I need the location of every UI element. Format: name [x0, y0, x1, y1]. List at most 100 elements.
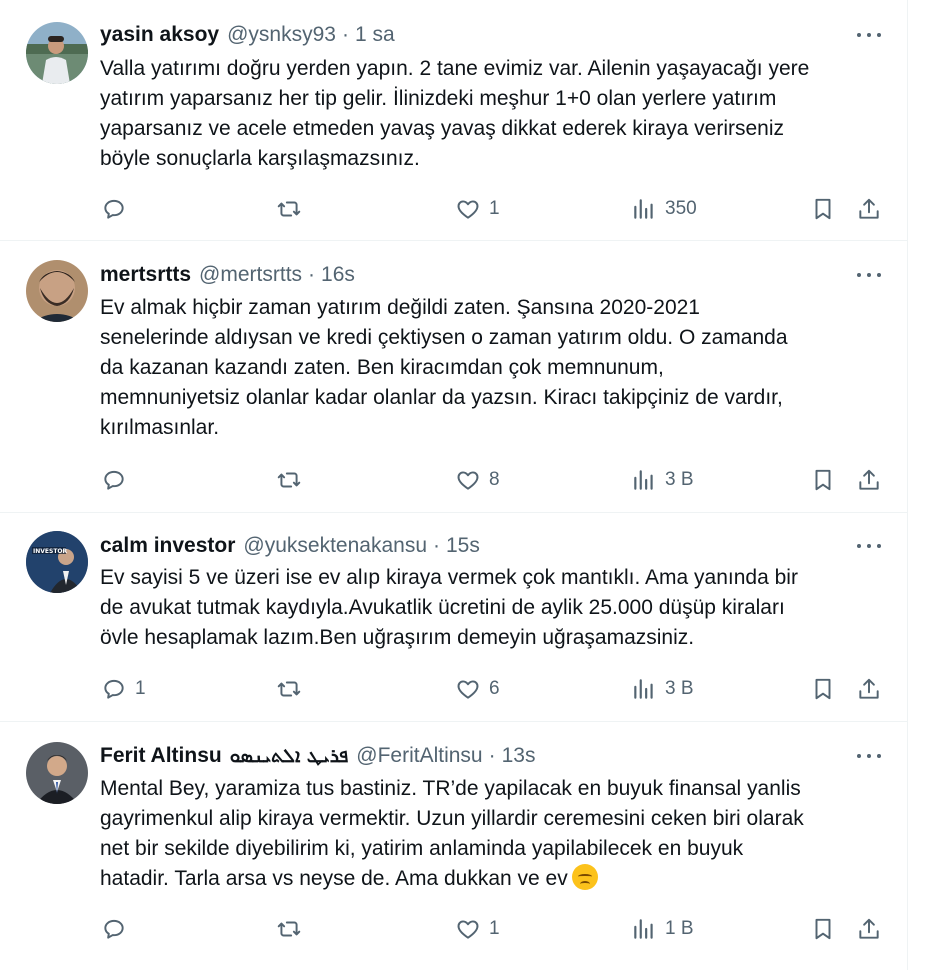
repost-icon	[277, 681, 301, 697]
share-button[interactable]	[856, 195, 882, 223]
bookmark-button[interactable]	[810, 195, 836, 223]
tweet-text: Ev almak hiçbir zaman yatırım değildi za…	[100, 296, 788, 439]
views-icon	[634, 919, 653, 939]
view-count: 3 B	[665, 678, 694, 699]
view-count: 350	[665, 198, 697, 219]
repost-icon	[277, 201, 301, 217]
reply-button[interactable]	[101, 915, 135, 943]
heart-icon	[457, 471, 479, 490]
separator: ·	[433, 534, 440, 557]
user-name-suffix: ܦܪܝܛ ܐܠܬܝܢܣܘ	[229, 745, 349, 767]
user-handle[interactable]: @ysnksy93	[227, 23, 336, 47]
tweet-actions: 1 350	[0, 195, 908, 223]
tweet-text-content: Mental Bey, yaramiza tus bastiniz. TR’de…	[100, 777, 804, 890]
user-name[interactable]: Ferit Altinsu	[100, 744, 222, 768]
bookmark-button[interactable]	[810, 675, 836, 703]
avatar-bearded-man-icon	[26, 260, 88, 322]
timestamp[interactable]: 16s	[321, 263, 355, 287]
separator: ·	[308, 263, 316, 286]
avatar[interactable]	[26, 260, 88, 322]
repost-button[interactable]	[276, 195, 310, 223]
user-name[interactable]: calm investor	[100, 534, 235, 558]
reply-icon	[104, 679, 124, 699]
like-button[interactable]: 1	[455, 195, 500, 223]
tweet[interactable]: mertsrtts @mertsrtts · 16s Ev almak hiçb…	[0, 241, 908, 513]
timestamp[interactable]: 1 sa	[355, 23, 395, 47]
bookmark-button[interactable]	[810, 466, 836, 494]
reply-icon	[104, 919, 124, 939]
tweet[interactable]: INVESTOR calm investor @yuksektenakansu …	[0, 513, 908, 722]
like-button[interactable]: 8	[455, 466, 500, 494]
separator: ·	[488, 744, 496, 767]
share-icon	[859, 469, 879, 490]
avatar[interactable]	[26, 742, 88, 804]
avatar-man-in-suit-icon	[26, 742, 88, 804]
like-count: 8	[489, 469, 500, 490]
tweet-actions: 8 3 B	[0, 466, 908, 494]
like-button[interactable]: 1	[455, 915, 500, 943]
user-name[interactable]: yasin aksoy	[100, 23, 219, 47]
repost-button[interactable]	[276, 675, 310, 703]
heart-icon	[457, 920, 479, 939]
avatar-lake-man-icon	[26, 22, 88, 84]
more-options-icon[interactable]	[854, 25, 884, 45]
tweet-header: calm investor @yuksektenakansu · 15s	[100, 533, 480, 559]
reply-icon	[104, 470, 124, 490]
share-icon	[859, 678, 879, 699]
share-icon	[859, 918, 879, 939]
user-handle[interactable]: @yuksektenakansu	[243, 534, 427, 558]
user-name[interactable]: mertsrtts	[100, 263, 191, 287]
timestamp[interactable]: 13s	[502, 744, 536, 768]
repost-icon	[277, 472, 301, 488]
tweet-text: Ev sayisi 5 ve üzeri ise ev alıp kiraya …	[100, 566, 798, 649]
more-options-icon[interactable]	[854, 265, 884, 285]
tweet-header: mertsrtts @mertsrtts · 16s	[100, 262, 355, 288]
heart-icon	[457, 200, 479, 219]
like-count: 1	[489, 198, 500, 219]
reply-icon	[104, 199, 124, 219]
more-options-icon[interactable]	[854, 536, 884, 556]
tweet-header: yasin aksoy @ysnksy93 · 1 sa	[100, 22, 395, 48]
reply-button[interactable]	[101, 466, 135, 494]
tweet[interactable]: yasin aksoy @ysnksy93 · 1 sa Valla yatır…	[0, 0, 908, 241]
tweet-text: Mental Bey, yaramiza tus bastiniz. TR’de…	[100, 774, 890, 894]
views-button[interactable]: 3 B	[631, 675, 694, 703]
share-button[interactable]	[856, 466, 882, 494]
bookmark-button[interactable]	[810, 915, 836, 943]
reply-button[interactable]: 1	[101, 675, 146, 703]
avatar-investor-suit-icon: INVESTOR	[26, 531, 88, 593]
views-button[interactable]: 3 B	[631, 466, 694, 494]
views-button[interactable]: 350	[631, 195, 697, 223]
separator: ·	[341, 23, 349, 46]
bookmark-icon	[815, 678, 831, 700]
bookmark-icon	[815, 918, 831, 940]
tweet-actions: 1 1 B	[0, 915, 908, 943]
user-handle[interactable]: @FeritAltinsu	[356, 744, 482, 768]
tweet-header: Ferit Altinsu ܦܪܝܛ ܐܠܬܝܢܣܘ @FeritAltinsu…	[100, 743, 535, 769]
reply-button[interactable]	[101, 195, 135, 223]
user-handle[interactable]: @mertsrtts	[199, 263, 302, 287]
views-button[interactable]: 1 B	[631, 915, 694, 943]
view-count: 3 B	[665, 469, 694, 490]
timestamp[interactable]: 15s	[446, 534, 480, 558]
reply-count: 1	[135, 678, 146, 699]
heart-icon	[457, 680, 479, 699]
like-button[interactable]: 6	[455, 675, 500, 703]
share-button[interactable]	[856, 915, 882, 943]
avatar[interactable]	[26, 22, 88, 84]
more-options-icon[interactable]	[854, 746, 884, 766]
views-icon	[634, 199, 653, 219]
tweet-actions: 1 6 3 B	[0, 675, 908, 703]
share-button[interactable]	[856, 675, 882, 703]
tweet[interactable]: Ferit Altinsu ܦܪܝܛ ܐܠܬܝܢܣܘ @FeritAltinsu…	[0, 722, 908, 970]
bookmark-icon	[815, 198, 831, 220]
view-count: 1 B	[665, 918, 694, 939]
avatar[interactable]: INVESTOR	[26, 531, 88, 593]
views-icon	[634, 679, 653, 699]
repost-button[interactable]	[276, 915, 310, 943]
svg-text:INVESTOR: INVESTOR	[33, 548, 68, 555]
repost-button[interactable]	[276, 466, 310, 494]
like-count: 1	[489, 918, 500, 939]
tweet-text: Valla yatırımı doğru yerden yapın. 2 tan…	[100, 57, 810, 170]
bookmark-icon	[815, 469, 831, 491]
